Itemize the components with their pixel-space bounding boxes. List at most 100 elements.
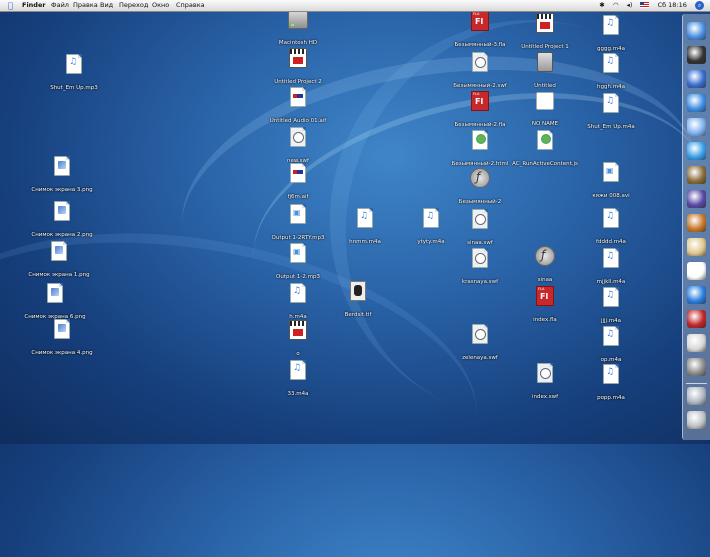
web-page-icon: [472, 130, 488, 150]
safari-icon[interactable]: [687, 94, 706, 112]
finder-icon[interactable]: [687, 22, 706, 40]
desktop-icon-m4a[interactable]: mjjkll.m4a: [571, 248, 651, 287]
audio-file-icon: [603, 287, 619, 307]
ical-icon[interactable]: [687, 262, 706, 280]
desktop-icon-hard-drive[interactable]: Macintosh HD: [258, 11, 338, 48]
desktop-icon-swf[interactable]: sinaa.swf: [440, 209, 520, 248]
audio-file-icon: [66, 54, 82, 74]
garageband-icon[interactable]: [687, 214, 706, 232]
audio-file-icon: [603, 53, 619, 73]
audio-file-icon: [603, 15, 619, 35]
audio-file-icon: [290, 243, 306, 263]
desktop-icon-mp3[interactable]: Output 1-2.mp3: [258, 243, 338, 282]
desktop-icon-project[interactable]: o: [258, 320, 338, 359]
desktop-icon-png[interactable]: Снимок экрана 2.png: [22, 201, 102, 240]
desktop-icon-audio[interactable]: Untitled Audio 01.aif: [258, 87, 338, 126]
downloads-icon[interactable]: [687, 387, 706, 405]
image-file-icon: [51, 241, 67, 261]
removable-disk-icon: [536, 92, 554, 110]
audio-file-icon: [423, 208, 439, 228]
flash-movie-icon: [472, 209, 488, 229]
wifi-icon[interactable]: ◠: [613, 1, 619, 9]
preview-icon[interactable]: [687, 334, 706, 352]
desktop-icon-swf[interactable]: new.swf: [258, 127, 338, 166]
audio-file-icon: [603, 208, 619, 228]
audio-file-icon: [603, 326, 619, 346]
clapperboard-icon: [289, 48, 307, 68]
external-drive-icon: [537, 52, 553, 72]
audio-file-icon: [290, 87, 306, 107]
apple-menu-icon[interactable]: : [8, 0, 13, 11]
menu-clock[interactable]: Сб 18:16: [658, 1, 687, 9]
us-flag-icon[interactable]: [640, 2, 650, 8]
itunes-icon[interactable]: [687, 142, 706, 160]
dock-separator: [686, 383, 707, 384]
audio-file-icon: [290, 360, 306, 380]
menu-file[interactable]: Файл: [51, 0, 69, 11]
flash-icon[interactable]: [687, 310, 706, 328]
image-file-icon: [47, 283, 63, 303]
flash-movie-icon: [290, 127, 306, 147]
imovie-icon[interactable]: [687, 190, 706, 208]
desktop-icon-audio[interactable]: fj6m.aif: [258, 163, 338, 202]
desktop-icon-png[interactable]: Снимок экрана 3.png: [22, 156, 102, 195]
audio-file-icon: [290, 204, 306, 224]
image-file-icon: [54, 201, 70, 221]
bluetooth-icon[interactable]: ✱: [599, 1, 604, 9]
address-book-icon[interactable]: [687, 238, 706, 256]
spotlight-icon[interactable]: ⌕: [695, 0, 704, 10]
image-file-icon: [54, 156, 70, 176]
menu-window[interactable]: Окно: [152, 0, 169, 11]
desktop-icon-tif[interactable]: Berdsit.tif: [318, 281, 398, 320]
ichat-icon[interactable]: [687, 118, 706, 136]
mail-icon[interactable]: [687, 70, 706, 88]
audio-file-icon: [603, 248, 619, 268]
hard-drive-icon: [288, 11, 308, 29]
script-file-icon: [537, 130, 553, 150]
flash-document-icon: [471, 91, 489, 111]
desktop-icon-png[interactable]: Снимок экрана 1.png: [19, 241, 99, 280]
desktop-icon-png[interactable]: Снимок экрана 4.png: [22, 319, 102, 358]
desktop-icon-m4a[interactable]: fdddd.m4a: [571, 208, 651, 247]
clapperboard-icon: [289, 320, 307, 340]
desktop-icon-m4a[interactable]: popp.m4a: [571, 364, 651, 403]
dashboard-icon[interactable]: [687, 46, 706, 64]
desktop-icon-m4a[interactable]: op.m4a: [571, 326, 651, 365]
flash-movie-icon: [472, 324, 488, 344]
menu-go[interactable]: Переход: [119, 0, 148, 11]
system-preferences-icon[interactable]: [687, 358, 706, 376]
menu-help[interactable]: Справка: [176, 0, 205, 11]
trash-icon[interactable]: [687, 411, 706, 429]
flash-document-icon: [536, 286, 554, 306]
desktop-icon-flash-app[interactable]: Безымянный-2: [440, 168, 520, 207]
volume-icon[interactable]: ◂): [627, 1, 633, 9]
desktop-icon-png[interactable]: Снимок экрана 6.png: [15, 283, 95, 322]
desktop-icon-m4a[interactable]: jjjj.m4a: [571, 287, 651, 326]
menu-finder[interactable]: Finder: [22, 0, 46, 11]
desktop-icon-video[interactable]: кяжи 008.avi: [571, 162, 651, 201]
audio-file-icon: [603, 364, 619, 384]
audio-file-icon: [290, 163, 306, 183]
image-file-icon: [54, 319, 70, 339]
desktop-icon-mp3[interactable]: Shut_Em Up.mp3: [34, 54, 114, 93]
audio-file-icon: [357, 208, 373, 228]
desktop-icon-swf[interactable]: zelenaya.swf: [440, 324, 520, 363]
desktop-icon-project[interactable]: Untitled Project 2: [258, 48, 338, 87]
image-file-icon: [350, 281, 366, 301]
dock: [682, 14, 710, 440]
menu-edit[interactable]: Правка: [73, 0, 98, 11]
video-file-icon: [603, 162, 619, 182]
audio-file-icon: [603, 93, 619, 113]
desktop-icon-m4a[interactable]: Shut_Em Up.m4a: [571, 93, 651, 132]
desktop-icon-m4a[interactable]: gggg.m4a: [571, 15, 651, 54]
flash-movie-icon: [472, 52, 488, 72]
desktop-icon-m4a[interactable]: hggh.m4a: [571, 53, 651, 92]
menu-view[interactable]: Вид: [100, 0, 113, 11]
quicktime-icon[interactable]: [687, 286, 706, 304]
flash-movie-icon: [537, 363, 553, 383]
iphoto-icon[interactable]: [687, 166, 706, 184]
clapperboard-icon: [536, 13, 554, 33]
desktop-icon-m4a[interactable]: 33.m4a: [258, 360, 338, 399]
flash-document-icon: [471, 11, 489, 31]
flash-player-icon: [470, 168, 490, 188]
